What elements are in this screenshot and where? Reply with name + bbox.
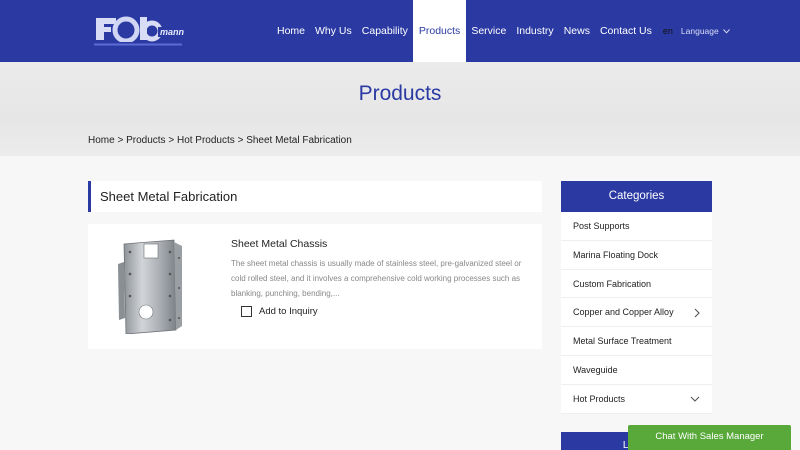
product-card: Sheet Metal Chassis The sheet metal chas…	[88, 224, 542, 349]
category-copper-and-copper-alloy[interactable]: Copper and Copper Alloy	[561, 298, 712, 328]
site-header: mann Home Why Us Capability Products Ser…	[0, 0, 800, 62]
nav-home[interactable]: Home	[272, 0, 310, 62]
nav-industry[interactable]: Industry	[511, 0, 558, 62]
category-post-supports[interactable]: Post Supports	[561, 212, 712, 241]
main-nav: Home Why Us Capability Products Service …	[272, 0, 730, 62]
categories-list: Post Supports Marina Floating Dock Custo…	[561, 212, 712, 414]
category-custom-fabrication[interactable]: Custom Fabrication	[561, 270, 712, 299]
category-marina-floating-dock[interactable]: Marina Floating Dock	[561, 241, 712, 270]
breadcrumb-home[interactable]: Home	[88, 135, 115, 146]
breadcrumb-separator: >	[168, 135, 177, 146]
product-image[interactable]	[116, 238, 186, 335]
svg-text:mann: mann	[160, 27, 185, 37]
category-label: Copper and Copper Alloy	[573, 307, 674, 318]
categories-title: Categories	[561, 181, 712, 212]
nav-news[interactable]: News	[559, 0, 595, 62]
inquiry-checkbox[interactable]	[241, 306, 252, 317]
inquiry-label: Add to Inquiry	[259, 306, 318, 317]
fabmann-logo[interactable]: mann	[90, 14, 186, 50]
breadcrumb: Home > Products > Hot Products > Sheet M…	[88, 135, 352, 146]
nav-contact-us[interactable]: Contact Us	[595, 0, 657, 62]
category-hot-products[interactable]: Hot Products	[561, 385, 712, 414]
product-description: The sheet metal chassis is usually made …	[231, 259, 522, 298]
language-code[interactable]: en	[663, 0, 673, 62]
chat-with-sales-button[interactable]: Chat With Sales Manager	[628, 425, 791, 450]
nav-products[interactable]: Products	[412, 0, 467, 62]
chevron-down-icon	[722, 28, 730, 34]
section-title: Sheet Metal Fabrication	[100, 189, 238, 204]
category-label: Metal Surface Treatment	[573, 336, 672, 347]
chevron-right-icon[interactable]	[694, 298, 700, 327]
product-name[interactable]: Sheet Metal Chassis	[231, 238, 327, 250]
category-label: Post Supports	[573, 221, 630, 231]
language-label: Language	[680, 26, 719, 36]
category-label: Waveguide	[573, 364, 618, 375]
category-label: Hot Products	[573, 393, 626, 404]
breadcrumb-separator: >	[237, 135, 247, 146]
breadcrumb-products[interactable]: Products	[126, 135, 165, 146]
section-title-box: Sheet Metal Fabrication	[88, 181, 542, 212]
category-waveguide[interactable]: Waveguide	[561, 356, 712, 385]
page-title: Products	[358, 82, 442, 105]
nav-why-us[interactable]: Why Us	[310, 0, 357, 62]
category-label: Marina Floating Dock	[573, 249, 659, 260]
language-selector[interactable]: Language	[681, 0, 730, 62]
breadcrumb-current: Sheet Metal Fabrication	[246, 135, 352, 146]
breadcrumb-separator: >	[117, 135, 127, 146]
breadcrumb-hot-products[interactable]: Hot Products	[177, 135, 235, 146]
category-label: Custom Fabrication	[573, 278, 652, 289]
nav-service[interactable]: Service	[466, 0, 511, 62]
category-metal-surface-treatment[interactable]: Metal Surface Treatment	[561, 327, 712, 356]
nav-capability[interactable]: Capability	[357, 0, 413, 62]
page-banner: Products Home > Products > Hot Products …	[0, 62, 800, 156]
add-to-inquiry[interactable]: Add to Inquiry	[241, 306, 318, 317]
chevron-down-icon[interactable]	[690, 385, 700, 414]
